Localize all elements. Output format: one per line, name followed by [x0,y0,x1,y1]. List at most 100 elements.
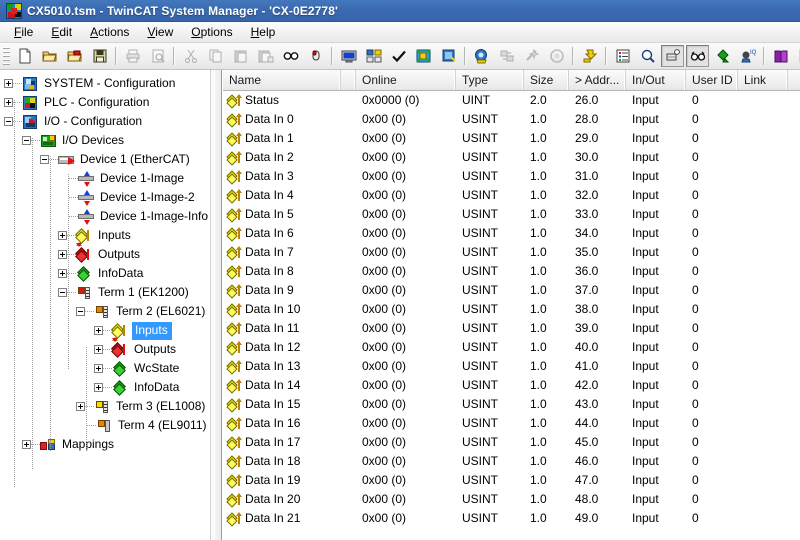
help-contents-icon[interactable] [769,45,792,67]
show-online-icon[interactable] [661,45,684,67]
table-row[interactable]: Data In 16 0x00 (0) USINT 1.0 44.0 Input 0 [223,414,800,433]
restart-twincat-config-icon[interactable] [495,45,518,67]
table-row[interactable]: Data In 11 0x00 (0) USINT 1.0 39.0 Input 0 [223,319,800,338]
print-preview-icon[interactable] [146,45,169,67]
tree-item-i-o-configuration[interactable]: I/O - Configuration [0,112,209,131]
new-icon[interactable] [13,45,36,67]
expand-plus-icon[interactable] [94,383,103,392]
show-sub-variables-icon[interactable] [686,45,709,67]
restart-twincat-run-icon[interactable] [470,45,493,67]
table-row[interactable]: Data In 7 0x00 (0) USINT 1.0 35.0 Input 0 [223,243,800,262]
collapse-minus-icon[interactable] [22,136,31,145]
cell-addr: 42.0 [575,378,599,392]
expand-plus-icon[interactable] [94,345,103,354]
expand-plus-icon[interactable] [22,440,31,449]
toolbar-grip[interactable] [3,46,10,66]
menu-options[interactable]: Options [182,23,241,42]
generate-mappings-icon[interactable] [437,45,460,67]
table-row[interactable]: Data In 9 0x00 (0) USINT 1.0 37.0 Input 0 [223,281,800,300]
print-icon[interactable] [121,45,144,67]
properties-icon[interactable] [611,45,634,67]
table-row[interactable]: Data In 13 0x00 (0) USINT 1.0 41.0 Input 0 [223,357,800,376]
table-row[interactable]: Data In 14 0x00 (0) USINT 1.0 42.0 Input 0 [223,376,800,395]
expand-plus-icon[interactable] [4,98,13,107]
column-header-addr[interactable]: > Addr... [569,70,626,90]
menu-file[interactable]: File [5,23,42,42]
list-header-row[interactable]: Name Online Type Size > Addr... In/Out User ID… [223,70,800,91]
table-row[interactable]: Data In 8 0x00 (0) USINT 1.0 36.0 Input 0 [223,262,800,281]
column-header-spacer[interactable] [341,70,356,90]
open-target-icon[interactable] [63,45,86,67]
configuration-tree[interactable]: SYSTEM - Configuration PLC - Configuratio… [0,70,210,540]
column-header-type[interactable]: Type [456,70,524,90]
table-row[interactable]: Data In 21 0x00 (0) USINT 1.0 49.0 Input 0 [223,509,800,528]
cell-addr: 31.0 [575,169,599,183]
cut-icon[interactable] [179,45,202,67]
paste-with-links-icon[interactable] [254,45,277,67]
find-next-icon[interactable] [304,45,327,67]
open-icon[interactable] [38,45,61,67]
menu-edit[interactable]: Edit [42,23,81,42]
table-row[interactable]: Data In 10 0x00 (0) USINT 1.0 38.0 Input 0 [223,300,800,319]
menu-view[interactable]: View [138,23,182,42]
column-header-name[interactable]: Name [223,70,341,90]
list-body[interactable]: Status 0x0000 (0) UINT 2.0 26.0 Input 0 Data In… [223,91,800,540]
expand-plus-icon[interactable] [76,402,85,411]
copy-icon[interactable] [204,45,227,67]
table-row[interactable]: Data In 2 0x00 (0) USINT 1.0 30.0 Input 0 [223,148,800,167]
collapse-minus-icon[interactable] [40,155,49,164]
paste-icon[interactable] [229,45,252,67]
expand-plus-icon[interactable] [94,326,103,335]
table-row[interactable]: Data In 17 0x00 (0) USINT 1.0 45.0 Input 0 [223,433,800,452]
column-header-link[interactable]: Link [738,70,788,90]
expand-plus-icon[interactable] [4,79,13,88]
expand-plus-icon[interactable] [94,364,103,373]
table-row[interactable]: Data In 5 0x00 (0) USINT 1.0 33.0 Input 0 [223,205,800,224]
menu-actions[interactable]: Actions [81,23,138,42]
help-index-icon[interactable] [794,45,800,67]
tree-item-label: Mappings [62,437,115,451]
table-row[interactable]: Data In 3 0x00 (0) USINT 1.0 31.0 Input 0 [223,167,800,186]
menu-help[interactable]: Help [242,23,285,42]
cell-size: 1.0 [530,397,547,411]
save-icon[interactable] [88,45,111,67]
expand-plus-icon[interactable] [58,250,67,259]
toggle-free-run-icon[interactable] [545,45,568,67]
find-icon[interactable] [279,45,302,67]
cell-size: 1.0 [530,435,547,449]
collapse-minus-icon[interactable] [58,288,67,297]
pane-splitter[interactable] [210,70,222,540]
table-row[interactable]: Status 0x0000 (0) UINT 2.0 26.0 Input 0 [223,91,800,110]
table-row[interactable]: Data In 15 0x00 (0) USINT 1.0 43.0 Input 0 [223,395,800,414]
table-row[interactable]: Data In 20 0x00 (0) USINT 1.0 48.0 Input 0 [223,490,800,509]
table-row[interactable]: Data In 0 0x00 (0) USINT 1.0 28.0 Input 0 [223,110,800,129]
expand-plus-icon[interactable] [58,269,67,278]
table-row[interactable]: Data In 19 0x00 (0) USINT 1.0 47.0 Input 0 [223,471,800,490]
table-row[interactable]: Data In 6 0x00 (0) USINT 1.0 34.0 Input 0 [223,224,800,243]
table-row[interactable]: Data In 4 0x00 (0) USINT 1.0 32.0 Input 0 [223,186,800,205]
tree-item-label: Inputs [98,228,131,242]
column-header-online[interactable]: Online [356,70,456,90]
table-row[interactable]: Data In 1 0x00 (0) USINT 1.0 29.0 Input 0 [223,129,800,148]
column-header-in-out[interactable]: In/Out [626,70,686,90]
collapse-minus-icon[interactable] [4,117,13,126]
zoom-icon[interactable] [636,45,659,67]
table-row[interactable]: Data In 12 0x00 (0) USINT 1.0 40.0 Input 0 [223,338,800,357]
reload-devices-icon[interactable] [520,45,543,67]
cell-name: Data In 13 [223,357,341,376]
choose-target-system-icon[interactable] [337,45,360,67]
expand-plus-icon[interactable] [58,231,67,240]
column-header-user-id[interactable]: User ID [686,70,738,90]
collapse-minus-icon[interactable] [76,307,85,316]
tree-item-system-configuration[interactable]: SYSTEM - Configuration [0,74,209,93]
export-variable-info-icon[interactable] [711,45,734,67]
table-row[interactable]: Data In 18 0x00 (0) USINT 1.0 46.0 Input 0 [223,452,800,471]
add-route-icon[interactable] [578,45,601,67]
column-header-size[interactable]: Size [524,70,569,90]
scan-devices-icon[interactable] [362,45,385,67]
check-config-icon[interactable] [387,45,410,67]
import-variable-info-icon[interactable]: IQ [736,45,759,67]
tree-item-plc-configuration[interactable]: PLC - Configuration [0,93,209,112]
activate-config-icon[interactable] [412,45,435,67]
